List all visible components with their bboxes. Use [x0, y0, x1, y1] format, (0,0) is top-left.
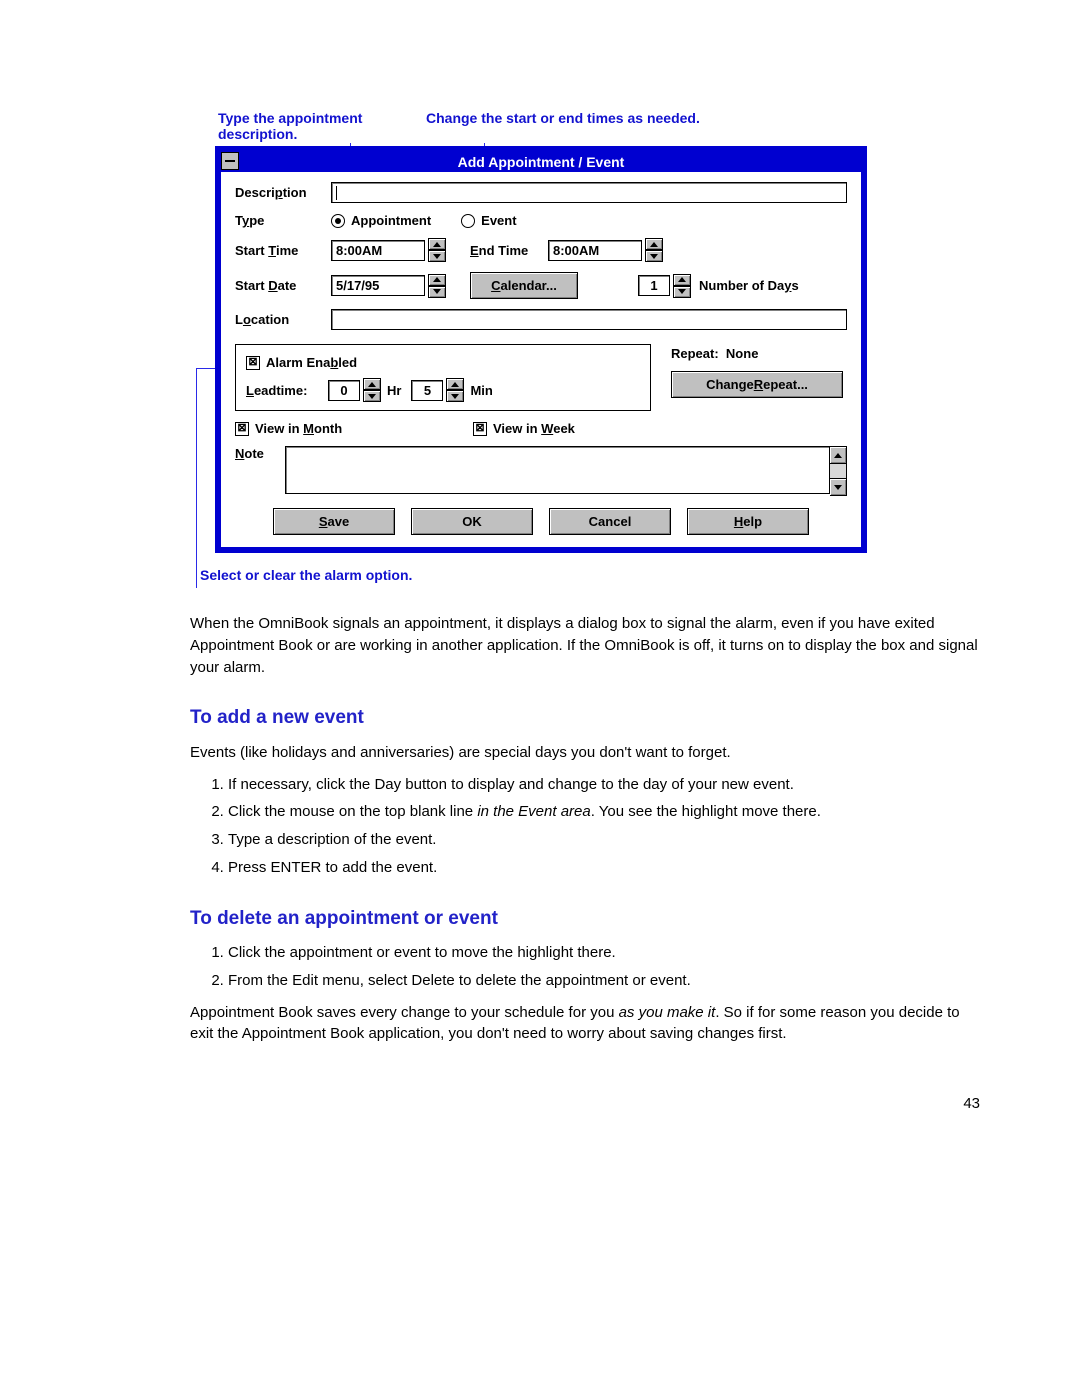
heading-add-event: To add a new event — [190, 704, 980, 732]
calendar-button[interactable]: Calendar... — [470, 272, 578, 299]
ok-button[interactable]: OK — [411, 508, 533, 535]
heading-delete: To delete an appointment or event — [190, 905, 980, 933]
cancel-button[interactable]: Cancel — [549, 508, 671, 535]
min-label: Min — [470, 383, 492, 398]
num-days-spinner[interactable] — [673, 274, 691, 298]
lead-hr-input[interactable]: 0 — [328, 380, 360, 401]
alarm-enabled-checkbox[interactable]: ⊠ Alarm Enabled — [246, 355, 357, 370]
location-label: Location — [235, 312, 331, 327]
steps-add-event: If necessary, click the Day button to di… — [210, 774, 980, 879]
paragraph: Events (like holidays and anniversaries)… — [190, 742, 980, 764]
list-item: Press ENTER to add the event. — [228, 857, 980, 879]
start-date-label: Start Date — [235, 278, 331, 293]
start-date-spinner[interactable] — [428, 274, 446, 298]
view-week-checkbox[interactable]: ⊠ View in Week — [473, 421, 575, 436]
view-month-checkbox[interactable]: ⊠ View in Month — [235, 421, 455, 436]
callout-description: Type the appointment description. — [218, 110, 426, 142]
note-scrollbar[interactable] — [830, 446, 847, 496]
end-time-label: End Time — [470, 243, 548, 258]
paragraph: Appointment Book saves every change to y… — [190, 1002, 980, 1046]
dialog-title: Add Appointment / Event — [458, 154, 625, 170]
list-item: From the Edit menu, select Delete to del… — [228, 970, 980, 992]
list-item: If necessary, click the Day button to di… — [228, 774, 980, 796]
appointment-radio[interactable]: Appointment — [331, 213, 431, 228]
callout-alarm: Select or clear the alarm option. — [200, 567, 980, 583]
lead-min-input[interactable]: 5 — [411, 380, 443, 401]
description-label: Description — [235, 185, 331, 200]
start-time-input[interactable]: 8:00AM — [331, 240, 425, 261]
list-item: Click the appointment or event to move t… — [228, 942, 980, 964]
list-item: Type a description of the event. — [228, 829, 980, 851]
description-input[interactable] — [331, 182, 847, 203]
system-menu-icon[interactable] — [221, 152, 239, 170]
help-button[interactable]: Help — [687, 508, 809, 535]
steps-delete: Click the appointment or event to move t… — [210, 942, 980, 992]
location-input[interactable] — [331, 309, 847, 330]
start-time-label: Start Time — [235, 243, 331, 258]
note-input[interactable] — [285, 446, 830, 494]
save-button[interactable]: Save — [273, 508, 395, 535]
page-number: 43 — [190, 1095, 980, 1112]
end-time-spinner[interactable] — [645, 238, 663, 262]
title-bar: Add Appointment / Event — [221, 152, 861, 172]
start-date-input[interactable]: 5/17/95 — [331, 275, 425, 296]
end-time-input[interactable]: 8:00AM — [548, 240, 642, 261]
list-item: Click the mouse on the top blank line in… — [228, 801, 980, 823]
note-label: Note — [235, 446, 285, 461]
callouts-top: Type the appointment description. Change… — [218, 110, 980, 142]
hr-label: Hr — [387, 383, 401, 398]
repeat-label: Repeat: None — [671, 346, 847, 361]
guide-line — [196, 368, 197, 588]
num-days-input[interactable]: 1 — [638, 275, 670, 296]
alarm-group: ⊠ Alarm Enabled Leadtime: 0 Hr — [235, 344, 651, 411]
type-label: Type — [235, 213, 331, 228]
add-appointment-dialog: Add Appointment / Event Description Type… — [215, 146, 867, 553]
num-days-label: Number of Days — [699, 278, 799, 293]
change-repeat-button[interactable]: Change Repeat... — [671, 371, 843, 398]
lead-hr-spinner[interactable] — [363, 378, 381, 402]
lead-min-spinner[interactable] — [446, 378, 464, 402]
leadtime-label: Leadtime: — [246, 383, 328, 398]
event-radio[interactable]: Event — [461, 213, 516, 228]
callout-times: Change the start or end times as needed. — [426, 110, 700, 142]
paragraph: When the OmniBook signals an appointment… — [190, 613, 980, 678]
start-time-spinner[interactable] — [428, 238, 446, 262]
